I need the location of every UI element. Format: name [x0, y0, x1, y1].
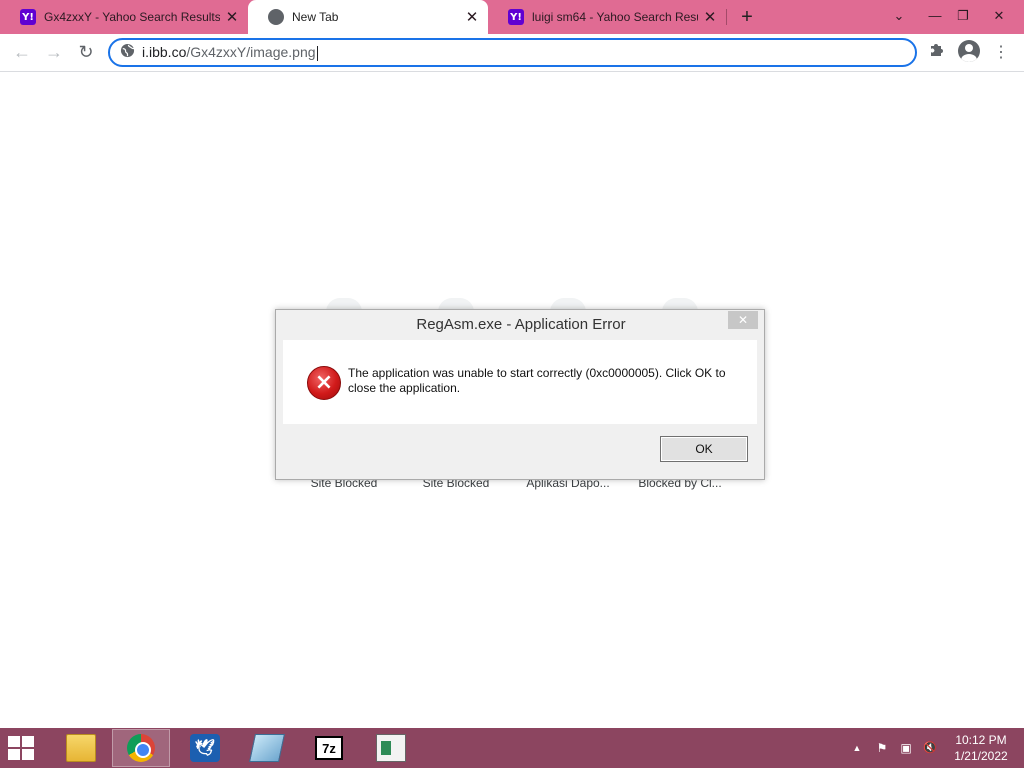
tab-close-icon[interactable]: ✕ [698, 8, 722, 26]
bird-icon: 🕊 [190, 734, 220, 762]
tab-close-icon[interactable]: ✕ [220, 8, 244, 26]
globe-icon[interactable] [118, 43, 136, 62]
error-icon: × [307, 366, 341, 400]
taskbar-file-explorer[interactable] [52, 729, 110, 767]
taskbar-bird-app[interactable]: 🕊 [176, 729, 234, 767]
system-clock[interactable]: 10:12 PM 1/21/2022 [946, 732, 1016, 764]
tab-yahoo-luigi[interactable]: Y! luigi sm64 - Yahoo Search Results ✕ [488, 0, 726, 34]
tab-yahoo-gx4zxxy[interactable]: Y! Gx4zxxY - Yahoo Search Results W ✕ [0, 0, 248, 34]
tab-title: luigi sm64 - Yahoo Search Results [532, 10, 698, 24]
folder-icon [66, 734, 96, 762]
browser-toolbar: ← → ↻ i.ibb.co/Gx4zxxY/image.png ⋮ [0, 34, 1024, 72]
taskbar-notepad[interactable] [238, 729, 296, 767]
action-center-flag-icon[interactable]: ⚑ [872, 728, 892, 768]
taskbar-7zip[interactable]: 7z [300, 729, 358, 767]
clock-time: 10:12 PM [955, 733, 1007, 747]
windows-taskbar: 🕊 7z ▲ ⚑ ▣ 🔇 10:12 PM 1/21/2022 [0, 728, 1024, 768]
network-icon[interactable]: ▣ [896, 728, 916, 768]
address-bar[interactable]: i.ibb.co/Gx4zxxY/image.png [108, 38, 917, 67]
start-button[interactable] [8, 736, 38, 762]
tab-close-icon[interactable]: ✕ [460, 8, 484, 26]
new-tab-button[interactable]: + [734, 4, 760, 30]
volume-muted-icon[interactable]: 🔇 [920, 728, 940, 768]
7zip-icon: 7z [315, 736, 343, 760]
yahoo-favicon-icon: Y! [508, 9, 524, 25]
show-hidden-icons-chevron-icon[interactable]: ▲ [848, 728, 866, 768]
extensions-puzzle-icon[interactable] [924, 40, 950, 66]
text-caret [316, 45, 318, 61]
url-path: /Gx4zxxY/image.png [186, 44, 316, 61]
dialog-close-button[interactable]: ✕ [728, 311, 758, 329]
taskbar-app-window[interactable] [362, 729, 420, 767]
url-host: i.ibb.co [142, 44, 187, 61]
tab-new-tab[interactable]: New Tab ✕ [248, 0, 488, 34]
forward-button[interactable]: → [40, 38, 68, 66]
tab-search-button[interactable]: ⌄ [882, 0, 916, 34]
tab-title: New Tab [292, 10, 339, 24]
dialog-title: RegAsm.exe - Application Error [416, 316, 626, 333]
profile-avatar-icon[interactable] [958, 40, 980, 62]
chrome-menu-icon[interactable]: ⋮ [988, 40, 1014, 66]
close-window-button[interactable]: ✕ [982, 0, 1016, 34]
tab-title: Gx4zxxY - Yahoo Search Results W [44, 10, 220, 24]
back-button[interactable]: ← [8, 38, 36, 66]
url-text[interactable]: i.ibb.co/Gx4zxxY/image.png [142, 44, 318, 61]
application-error-dialog: RegAsm.exe - Application Error ✕ × The a… [275, 309, 765, 480]
ok-button[interactable]: OK [660, 436, 748, 462]
restore-button[interactable]: ❐ [946, 0, 980, 34]
app-window-icon [376, 734, 406, 762]
error-message: The application was unable to start corr… [348, 366, 726, 395]
tab-divider [726, 9, 727, 25]
chrome-icon [127, 734, 155, 762]
chrome-page-icon [268, 9, 284, 25]
yahoo-favicon-icon: Y! [20, 9, 36, 25]
clock-date: 1/21/2022 [954, 749, 1008, 763]
reload-button[interactable]: ↻ [72, 38, 100, 66]
dialog-body: × The application was unable to start co… [283, 340, 757, 424]
taskbar-chrome[interactable] [112, 729, 170, 767]
tab-strip: Y! Gx4zxxY - Yahoo Search Results W ✕ Ne… [0, 0, 1024, 34]
notepad-icon [249, 734, 285, 762]
